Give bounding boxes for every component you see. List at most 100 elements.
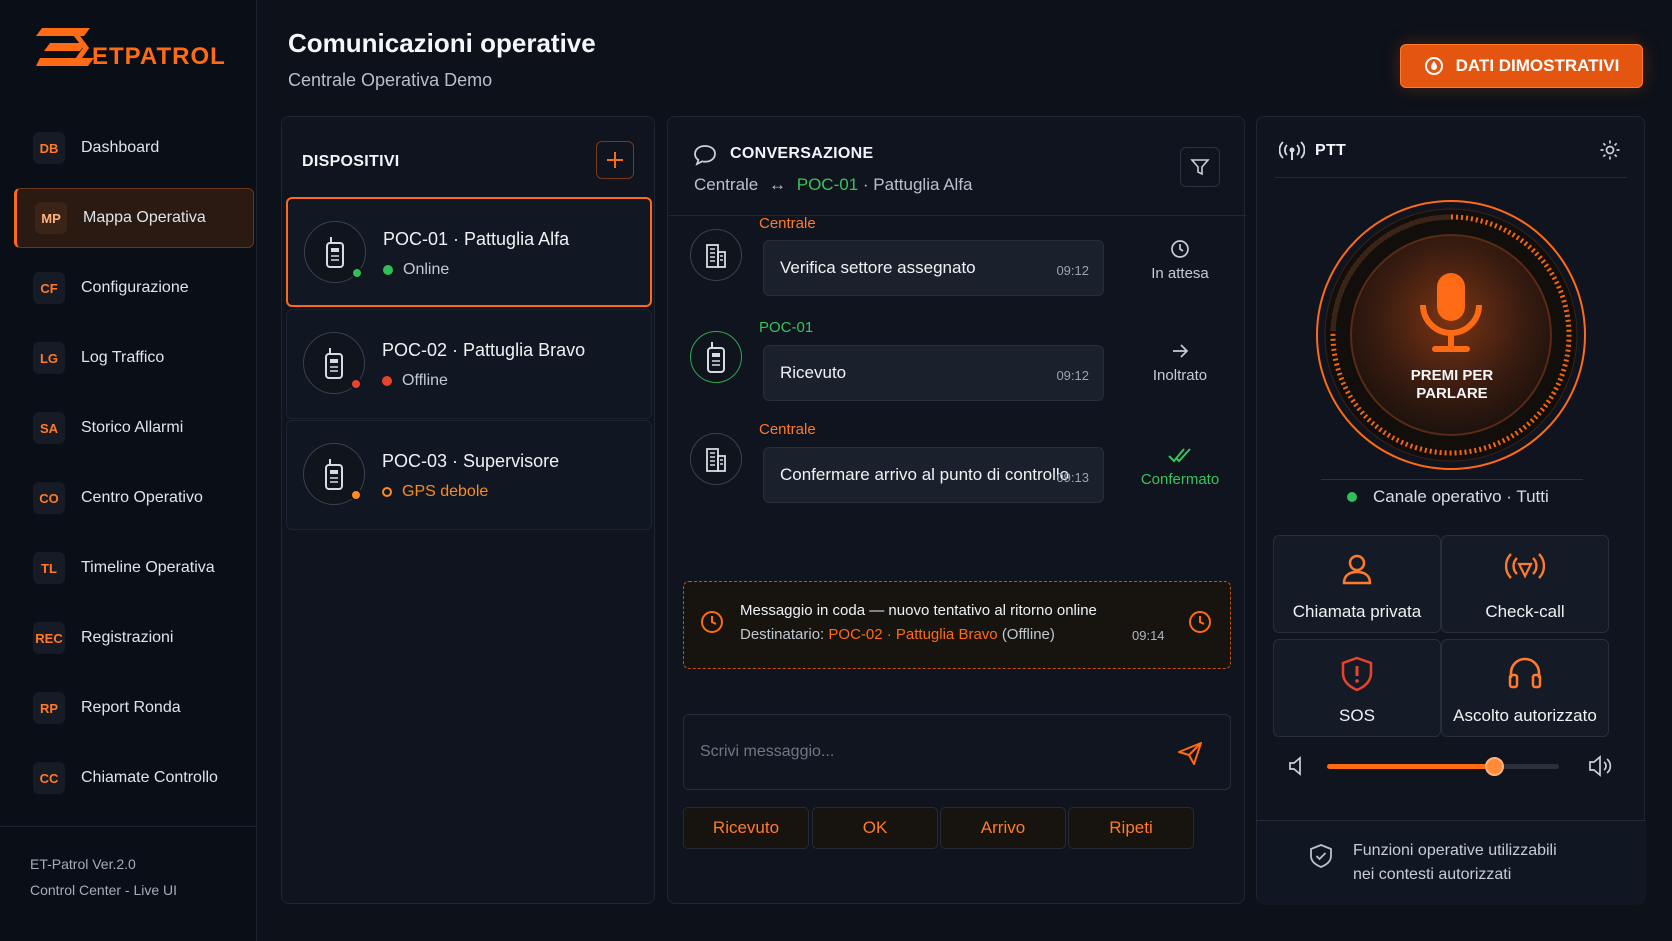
sidebar-item-dashboard[interactable]: DB Dashboard: [14, 118, 254, 178]
volume-slider[interactable]: [1327, 757, 1559, 776]
retry-clock-icon[interactable]: [1188, 610, 1212, 639]
push-to-talk-button[interactable]: [1313, 197, 1589, 473]
chat-bubble-icon: [692, 143, 718, 172]
sidebar-item-storico-allarmi[interactable]: SA Storico Allarmi: [14, 398, 254, 458]
device-status-dot: [350, 489, 362, 501]
app-version: ET-Patrol Ver.2.0: [30, 856, 136, 872]
radio-waves-icon: [1278, 139, 1306, 168]
divider: [1321, 479, 1583, 480]
device-status-label: GPS debole: [402, 483, 489, 500]
add-device-button[interactable]: [596, 141, 634, 179]
user-icon: [1342, 554, 1372, 585]
channel-label: Canale operativo · Tutti: [1373, 487, 1549, 506]
walkie-talkie-icon: [690, 331, 742, 383]
check-call-label: Check-call: [1485, 602, 1565, 621]
app-root: ETPATROL DB Dashboard MP Mappa Operativa C…: [0, 0, 1672, 941]
device-card[interactable]: POC-01 · Pattuglia Alfa Online: [286, 197, 652, 307]
sidebar-footer: ET-Patrol Ver.2.0 Control Center - Live …: [0, 826, 257, 903]
demo-icon: [1424, 57, 1443, 75]
sos-label: SOS: [1339, 706, 1375, 725]
page-subtitle: Centrale Operativa Demo: [288, 70, 493, 90]
quick-reply-button[interactable]: OK: [812, 807, 938, 849]
sidebar-item-abbr: LG: [33, 342, 65, 374]
sidebar-item-registrazioni[interactable]: REC Registrazioni: [14, 608, 254, 668]
demo-button-label: DATI DIMOSTRATIVI: [1455, 56, 1620, 75]
send-icon[interactable]: [1176, 739, 1204, 772]
check-call-button[interactable]: Check-call: [1441, 535, 1609, 633]
quick-reply-button[interactable]: Arrivo: [940, 807, 1066, 849]
devices-title: DISPOSITIVI: [302, 153, 400, 170]
ptt-panel: PTT PREMI PER PARLARE Canale operativo ·…: [1256, 116, 1646, 905]
sidebar-nav: DB Dashboard MP Mappa Operativa CF Configu…: [14, 118, 254, 818]
message-status: In attesa: [1118, 239, 1242, 282]
building-icon: [690, 433, 742, 485]
sidebar-item-report-ronda[interactable]: RP Report Ronda: [14, 678, 254, 738]
sidebar-item-label: Registrazioni: [81, 629, 174, 646]
page-title: Comunicazioni operative: [288, 28, 596, 58]
volume-control: [1287, 751, 1617, 781]
message-sender: POC-01: [759, 319, 814, 336]
filter-button[interactable]: [1180, 147, 1220, 187]
clock-icon: [1118, 239, 1242, 261]
sidebar-item-abbr: CC: [33, 762, 65, 794]
queue-recipient-line: Destinatario: POC-02 · Pattuglia Bravo (…: [740, 626, 1055, 643]
message-text: Verifica settore assegnato: [780, 258, 976, 277]
sidebar-item-centro-operativo[interactable]: CO Centro Operativo: [14, 468, 254, 528]
volume-knob[interactable]: [1485, 757, 1505, 776]
message-text: Confermare arrivo al punto di controllo: [780, 465, 1070, 484]
message-status: Confermato: [1118, 445, 1242, 488]
sidebar-item-abbr: TL: [33, 552, 65, 584]
queue-recipient[interactable]: POC-02 · Pattuglia Bravo: [828, 626, 997, 643]
private-call-label: Chiamata privata: [1292, 602, 1422, 621]
device-card[interactable]: POC-03 · Supervisore GPS debole: [286, 420, 652, 530]
queue-recipient-state: (Offline): [1001, 626, 1055, 643]
queued-message-banner: Messaggio in coda — nuovo tentativo al r…: [683, 581, 1231, 669]
device-name: POC-03 · Supervisore: [382, 451, 560, 471]
sos-button[interactable]: SOS: [1273, 639, 1441, 737]
device-card[interactable]: POC-02 · Pattuglia Bravo Offline: [286, 309, 652, 419]
authorized-listening-button[interactable]: Ascolto autorizzato: [1441, 639, 1609, 737]
plus-icon: [607, 152, 623, 168]
sidebar-item-label: Chiamate Controllo: [81, 769, 218, 786]
message-bubble[interactable]: Verifica settore assegnato 09:12: [763, 240, 1104, 296]
logo-icon: [36, 28, 94, 66]
sidebar-item-label: Log Traffico: [81, 349, 165, 366]
demo-data-button[interactable]: DATI DIMOSTRATIVI: [1400, 44, 1643, 88]
sidebar-item-log-traffico[interactable]: LG Log Traffico: [14, 328, 254, 388]
sidebar-item-mappa-operativa[interactable]: MP Mappa Operativa: [14, 188, 254, 248]
device-status-label: Offline: [402, 372, 448, 389]
sidebar-item-chiamate-controllo[interactable]: CC Chiamate Controllo: [14, 748, 254, 808]
message-input[interactable]: Scrivi messaggio...: [683, 714, 1231, 790]
message-bubble[interactable]: Confermare arrivo al punto di controllo …: [763, 447, 1104, 503]
conversation-panel: CONVERSAZIONE Centrale ↔ POC-01 · Pattug…: [667, 116, 1246, 904]
sidebar-item-label: Dashboard: [81, 139, 160, 156]
ptt-footer-note: Funzioni operative utilizzabili nei cont…: [1257, 820, 1646, 905]
headphones-icon: [1508, 657, 1542, 689]
building-icon: [690, 229, 742, 281]
message-status-label: In attesa: [1151, 265, 1209, 282]
shield-alert-icon: [1341, 656, 1373, 692]
ptt-footer-line1: Funzioni operative utilizzabili: [1353, 842, 1557, 859]
volume-fill: [1327, 764, 1495, 769]
ptt-button-label[interactable]: PREMI PER PARLARE: [1385, 367, 1519, 403]
sidebar-item-timeline-operativa[interactable]: TL Timeline Operativa: [14, 538, 254, 598]
conversation-from: Centrale: [694, 175, 759, 194]
device-status: Offline: [382, 372, 448, 390]
conversation-to-id[interactable]: POC-01: [797, 175, 858, 194]
gear-icon[interactable]: [1599, 139, 1621, 166]
arrow-right-icon: [1118, 341, 1242, 363]
broadcast-icon: [1505, 553, 1545, 579]
sidebar-item-label: Storico Allarmi: [81, 419, 184, 436]
sidebar-item-label: Centro Operativo: [81, 489, 203, 506]
quick-reply-button[interactable]: Ripeti: [1068, 807, 1194, 849]
message-status-label: Inoltrato: [1152, 367, 1208, 384]
sidebar: ETPATROL DB Dashboard MP Mappa Operativa C…: [0, 0, 257, 941]
message-time: 09:12: [1056, 263, 1089, 278]
sidebar-item-label: Timeline Operativa: [81, 559, 215, 576]
sidebar-item-configurazione[interactable]: CF Configurazione: [14, 258, 254, 318]
message-bubble[interactable]: Ricevuto 09:12: [763, 345, 1104, 401]
private-call-button[interactable]: Chiamata privata: [1273, 535, 1441, 633]
device-status: Online: [383, 261, 449, 279]
quick-reply-button[interactable]: Ricevuto: [683, 807, 809, 849]
sidebar-item-abbr: MP: [35, 202, 67, 234]
